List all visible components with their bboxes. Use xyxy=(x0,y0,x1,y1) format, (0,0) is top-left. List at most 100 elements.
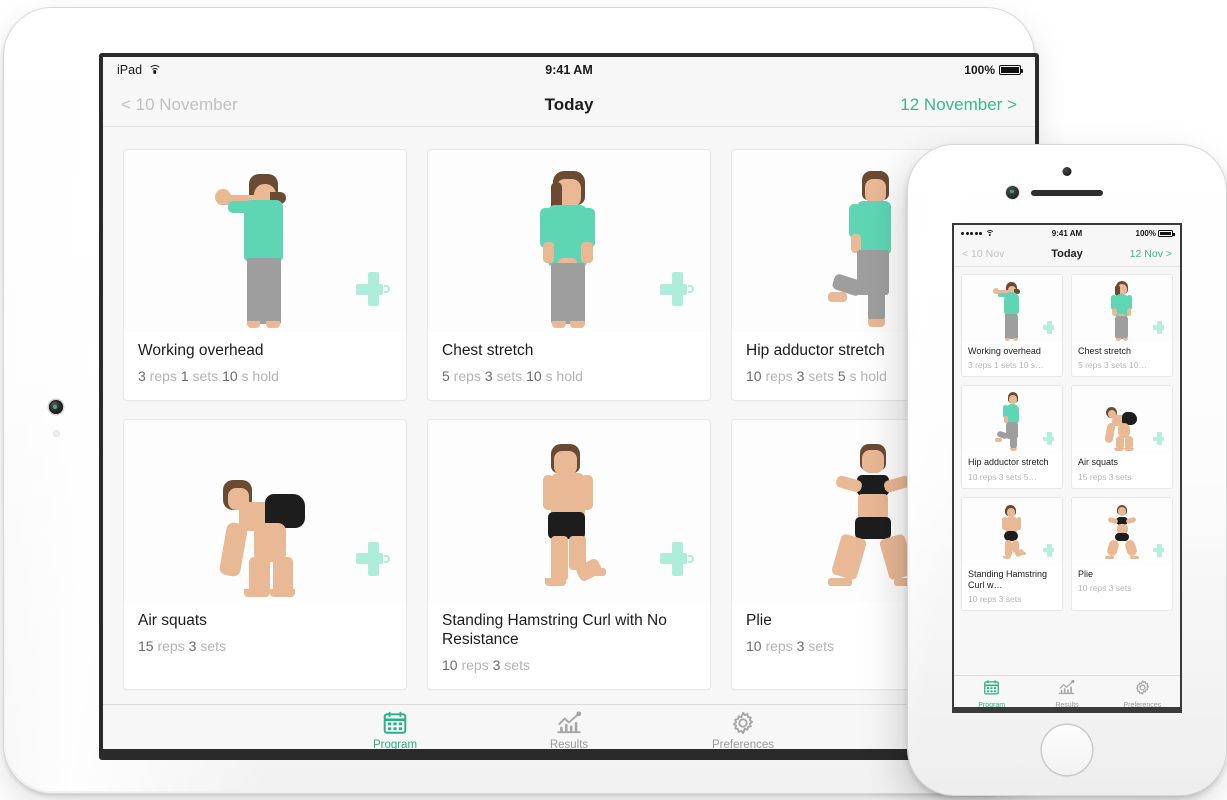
add-exercise-icon[interactable] xyxy=(1153,432,1166,446)
iphone-battery-label: 100% xyxy=(1135,229,1156,238)
ipad-front-camera-icon xyxy=(49,400,63,414)
exercise-thumbnail xyxy=(962,497,1062,565)
iphone-home-button[interactable] xyxy=(1042,725,1092,775)
tab-preferences[interactable]: Preferences xyxy=(695,710,791,751)
gear-icon xyxy=(1134,679,1151,701)
exercise-card-body: Standing Hamstring Curl with No Resistan… xyxy=(428,602,710,689)
ipad-status-bar: iPad 9:41 AM 100% xyxy=(103,57,1035,83)
exercise-card[interactable]: Air squats 15 reps 3 sets xyxy=(123,418,407,690)
add-exercise-icon[interactable] xyxy=(1043,432,1056,446)
exercise-thumbnail xyxy=(124,150,406,332)
exercise-detail: 10 reps 3 sets xyxy=(968,594,1022,604)
exercise-detail: 10 reps 3 sets xyxy=(1078,582,1132,593)
iphone-device-frame: 9:41 AM 100% < 10 Nov Today 12 Nov > Wor… xyxy=(908,145,1226,795)
exercise-title: Hip adductor stretch xyxy=(968,457,1049,468)
exercise-thumbnail xyxy=(962,386,1062,454)
tab-preferences[interactable]: Preferences xyxy=(1110,679,1174,709)
ipad-battery-label: 100% xyxy=(964,63,995,77)
exercise-card-body: Air squats 15 reps 3 sets xyxy=(124,602,406,670)
add-exercise-icon[interactable] xyxy=(1153,543,1166,557)
exercise-detail: 15 reps 3 sets xyxy=(138,637,226,654)
exercise-title: Working overhead xyxy=(968,346,1041,356)
exercise-title: Plie xyxy=(1078,568,1094,579)
exercise-card-body: Working overhead 3 reps 1 sets 10 s… xyxy=(962,342,1062,376)
tab-label: Results xyxy=(549,739,589,751)
add-exercise-icon[interactable] xyxy=(1153,321,1166,334)
exercise-card-body: Chest stretch 5 reps 3 sets 10… xyxy=(1072,342,1172,376)
tab-label: Preferences xyxy=(1123,701,1162,709)
exercise-card-body: Standing Hamstring Curl w… 10 reps 3 set… xyxy=(962,565,1062,611)
iphone-program-list: Working overhead 3 reps 1 sets 10 s… Che… xyxy=(954,267,1180,711)
ipad-tab-bar: Program Results Preferences xyxy=(103,704,1035,756)
exercise-thumbnail xyxy=(124,419,406,602)
exercise-title: Chest stretch xyxy=(1078,346,1132,356)
exercise-title: Working overhead xyxy=(138,342,264,359)
tab-results[interactable]: Results xyxy=(1035,679,1099,709)
ipad-carrier-label: iPad xyxy=(117,63,143,77)
add-exercise-icon[interactable] xyxy=(1043,321,1056,334)
iphone-status-right: 100% xyxy=(1135,229,1175,238)
ipad-nav-bar: < 10 November Today 12 November > xyxy=(103,83,1035,127)
exercise-card[interactable]: Standing Hamstring Curl w… 10 reps 3 set… xyxy=(961,496,1063,611)
exercise-thumbnail xyxy=(1072,497,1172,565)
exercise-card[interactable]: Chest stretch 5 reps 3 sets 10 s hold xyxy=(427,149,711,401)
exercise-detail: 15 reps 3 sets xyxy=(1078,471,1132,482)
tab-program[interactable]: Program xyxy=(960,679,1024,709)
exercise-card-body: Working overhead 3 reps 1 sets 10 s hold xyxy=(124,332,406,400)
bar-chart-icon xyxy=(556,710,582,736)
add-exercise-icon[interactable] xyxy=(660,541,694,576)
tab-label: Preferences xyxy=(711,739,774,751)
battery-icon xyxy=(1158,230,1175,237)
add-exercise-icon[interactable] xyxy=(356,541,390,576)
page-title: Today xyxy=(544,94,594,114)
iphone-nav-bar: < 10 Nov Today 12 Nov > xyxy=(954,242,1180,267)
exercise-card[interactable]: Working overhead 3 reps 1 sets 10 s… xyxy=(961,274,1063,378)
iphone-screen: 9:41 AM 100% < 10 Nov Today 12 Nov > Wor… xyxy=(952,223,1182,713)
iphone-proximity-sensor-icon xyxy=(1006,186,1019,199)
exercise-card-body: Hip adductor stretch 10 reps 3 sets 5… xyxy=(962,453,1062,487)
tab-program[interactable]: Program xyxy=(347,710,443,751)
exercise-detail: 3 reps 1 sets 10 s… xyxy=(968,360,1044,371)
ipad-device-frame: iPad 9:41 AM 100% < 10 November Today 12… xyxy=(4,8,1039,793)
exercise-thumbnail xyxy=(428,419,710,602)
add-exercise-icon[interactable] xyxy=(1043,543,1056,557)
exercise-thumbnail xyxy=(1072,275,1172,342)
iphone-earpiece-speaker xyxy=(1031,190,1103,196)
next-day-button[interactable]: 12 November > xyxy=(900,95,1017,115)
exercise-card[interactable]: Chest stretch 5 reps 3 sets 10… xyxy=(1071,274,1173,378)
exercise-card[interactable]: Standing Hamstring Curl with No Resistan… xyxy=(427,418,711,690)
prev-day-button[interactable]: < 10 November xyxy=(121,95,238,115)
ipad-screen: iPad 9:41 AM 100% < 10 November Today 12… xyxy=(99,53,1039,760)
tab-results[interactable]: Results xyxy=(521,710,617,751)
iphone-front-camera-icon xyxy=(1062,167,1072,176)
exercise-grid: Working overhead 3 reps 1 sets 10 s… Che… xyxy=(961,274,1173,611)
add-exercise-icon[interactable] xyxy=(356,272,390,306)
exercise-title: Air squats xyxy=(138,611,207,629)
calendar-icon xyxy=(382,710,408,736)
exercise-card[interactable]: Plie 10 reps 3 sets xyxy=(1071,496,1173,611)
exercise-thumbnail xyxy=(428,150,710,332)
battery-icon xyxy=(999,65,1023,75)
exercise-detail: 10 reps 3 sets 5… xyxy=(968,471,1037,482)
ipad-clock: 9:41 AM xyxy=(545,63,593,77)
ipad-ambient-sensor-icon xyxy=(53,430,60,437)
ipad-status-right: 100% xyxy=(964,63,1023,77)
next-day-button[interactable]: 12 Nov > xyxy=(1130,248,1172,260)
exercise-card[interactable]: Working overhead 3 reps 1 sets 10 s hold xyxy=(123,149,407,401)
exercise-thumbnail xyxy=(962,275,1062,342)
add-exercise-icon[interactable] xyxy=(660,272,694,306)
exercise-thumbnail xyxy=(1072,386,1172,454)
tab-label: Results xyxy=(1055,701,1079,709)
exercise-card[interactable]: Air squats 15 reps 3 sets xyxy=(1071,385,1173,489)
exercise-detail: 3 reps 1 sets 10 s hold xyxy=(138,367,279,384)
tab-label: Program xyxy=(978,701,1006,709)
bar-chart-icon xyxy=(1058,679,1075,701)
exercise-card-body: Air squats 15 reps 3 sets xyxy=(1072,453,1172,487)
exercise-card-body: Chest stretch 5 reps 3 sets 10 s hold xyxy=(428,332,710,400)
exercise-card[interactable]: Hip adductor stretch 10 reps 3 sets 5… xyxy=(961,385,1063,489)
iphone-status-bar: 9:41 AM 100% xyxy=(954,225,1180,242)
ipad-status-left: iPad xyxy=(117,63,162,77)
screenshot-stage: iPad 9:41 AM 100% < 10 November Today 12… xyxy=(0,0,1227,800)
ipad-program-list: Working overhead 3 reps 1 sets 10 s hold… xyxy=(103,127,1035,756)
exercise-grid: Working overhead 3 reps 1 sets 10 s hold… xyxy=(123,149,1015,756)
